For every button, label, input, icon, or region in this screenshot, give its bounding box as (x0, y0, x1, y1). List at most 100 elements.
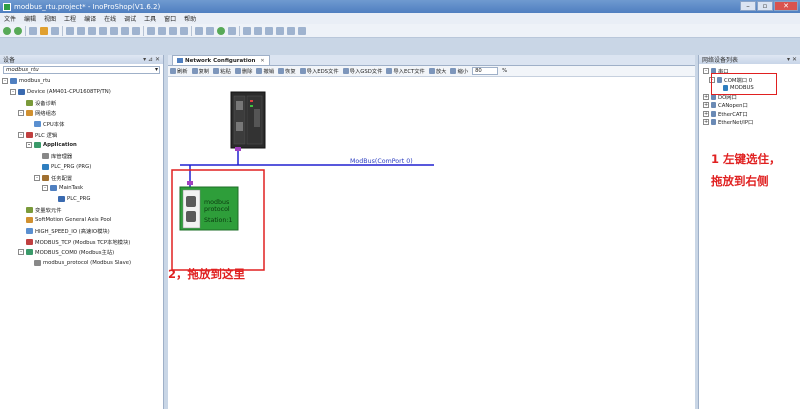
force-icon[interactable] (298, 26, 306, 35)
network-device-item[interactable]: + EtherNet/IP口 (701, 118, 800, 127)
minimize-button[interactable]: – (740, 1, 756, 11)
login-icon[interactable] (195, 26, 203, 35)
collapse-icon[interactable]: - (703, 68, 709, 75)
paste-icon[interactable] (121, 26, 129, 35)
network-toolbar-button[interactable]: 删除 (234, 67, 252, 75)
network-device-label: EtherNet/IP口 (718, 120, 754, 127)
menu-edit[interactable]: 编辑 (24, 14, 36, 23)
tree-item[interactable]: - 任务配置 (2, 172, 163, 183)
tree-item[interactable]: MODBUS_TCP (Modbus TCP本地模块) (2, 236, 163, 247)
collapse-icon[interactable]: - (26, 142, 32, 149)
expand-icon[interactable]: + (703, 119, 709, 126)
collapse-icon[interactable]: - (2, 78, 8, 85)
tab-network-configuration[interactable]: Network Configuration ✕ (172, 55, 270, 65)
network-device-list-panel: 网络设备列表 ▾ ✕ - 串口 - COM端口 0 MODBUS + DO网口 + CANope… (698, 55, 800, 409)
replace-icon[interactable] (158, 26, 166, 35)
find-icon[interactable] (147, 26, 155, 35)
collapse-icon[interactable]: - (18, 131, 24, 138)
network-toolbar-button[interactable]: 恢复 (278, 67, 296, 75)
tree-item[interactable]: - 网络组态 (2, 108, 163, 119)
network-device-item[interactable]: + CANopen口 (701, 101, 800, 110)
tree-item[interactable]: 库管理器 (2, 151, 163, 162)
collapse-icon[interactable]: - (18, 110, 24, 117)
tree-item[interactable]: PLC_PRG (2, 194, 163, 205)
copy-icon[interactable] (110, 26, 118, 35)
expand-icon[interactable]: + (703, 93, 709, 100)
stop-icon[interactable] (228, 26, 236, 35)
menu-project[interactable]: 工程 (64, 14, 76, 23)
menu-online[interactable]: 在线 (104, 14, 116, 23)
tree-item[interactable]: - modbus_rtu (2, 76, 163, 87)
undo-icon[interactable] (77, 26, 85, 35)
network-toolbar-button[interactable]: 刷新 (170, 67, 188, 75)
step-over-icon[interactable] (254, 26, 262, 35)
tree-item-label: PLC 逻辑 (35, 132, 58, 139)
network-device-item[interactable]: + EtherCAT口 (701, 110, 800, 119)
zoom-select[interactable]: 80 (472, 67, 499, 75)
build-icon[interactable] (180, 26, 188, 35)
menu-file[interactable]: 文件 (4, 14, 16, 23)
bookmark-icon[interactable] (169, 26, 177, 35)
network-toolbar-button[interactable]: 导入GSD文件 (342, 67, 382, 75)
tree-item[interactable]: - MainTask (2, 183, 163, 194)
panel-pin-icon[interactable]: ▾ ⊿ ✕ (143, 56, 160, 63)
run-icon[interactable] (217, 26, 225, 35)
tree-item[interactable]: HIGH_SPEED_IO (高速IO模块) (2, 226, 163, 237)
forward-icon[interactable] (14, 26, 22, 35)
menu-tools[interactable]: 工具 (144, 14, 156, 23)
network-toolbar-label: 导入EDS文件 (306, 69, 339, 75)
collapse-icon[interactable]: - (10, 89, 16, 96)
back-icon[interactable] (3, 26, 11, 35)
new-file-icon[interactable] (29, 26, 37, 35)
tree-item[interactable]: modbus_protocol (Modbus Slave) (2, 258, 163, 269)
network-toolbar-button[interactable]: 导入EDS文件 (299, 67, 339, 75)
network-toolbar-button[interactable]: 放大 (428, 67, 446, 75)
tree-item[interactable]: CPU本体 (2, 119, 163, 130)
network-toolbar-button[interactable]: 缩小 (450, 67, 468, 75)
tree-item[interactable]: - Application (2, 140, 163, 151)
project-dropdown[interactable]: modbus_rtu (3, 66, 160, 74)
tree-node-icon (26, 110, 33, 117)
tab-close-icon[interactable]: ✕ (260, 58, 264, 64)
devices-panel: 设备 ▾ ⊿ ✕ modbus_rtu -modbus_rtu-Device (… (0, 55, 164, 409)
open-folder-icon[interactable] (40, 26, 48, 35)
close-button[interactable]: ✕ (774, 1, 798, 11)
print-icon[interactable] (66, 26, 74, 35)
tree-item[interactable]: - Device (AM401-CPU1608TP/TN) (2, 87, 163, 98)
menu-view[interactable]: 视图 (44, 14, 56, 23)
network-canvas[interactable]: ModBus(ComPort 0) modbus protocol Statio… (168, 77, 695, 409)
menu-help[interactable]: 帮助 (184, 14, 196, 23)
step-out-icon[interactable] (265, 26, 273, 35)
tree-item[interactable]: 设备诊断 (2, 97, 163, 108)
tree-item-label: MODBUS_COM0 (Modbus主站) (35, 250, 115, 257)
panel-pin-icon[interactable]: ▾ ✕ (787, 56, 797, 63)
menu-build[interactable]: 编译 (84, 14, 96, 23)
menu-window[interactable]: 窗口 (164, 14, 176, 23)
tree-item[interactable]: - MODBUS_COM0 (Modbus主站) (2, 247, 163, 258)
network-toolbar-button[interactable]: 粘贴 (213, 67, 231, 75)
maximize-button[interactable]: ▫ (757, 1, 773, 11)
menu-debug[interactable]: 调试 (124, 14, 136, 23)
expand-icon[interactable]: + (703, 110, 709, 117)
collapse-icon[interactable]: - (42, 185, 48, 192)
collapse-icon[interactable]: - (18, 249, 24, 256)
network-toolbar-button[interactable]: 撤销 (256, 67, 274, 75)
redo-icon[interactable] (88, 26, 96, 35)
expand-icon[interactable]: + (703, 102, 709, 109)
tree-item[interactable]: - PLC 逻辑 (2, 129, 163, 140)
step-into-icon[interactable] (243, 26, 251, 35)
tree-item[interactable]: 变量软元件 (2, 204, 163, 215)
save-icon[interactable] (51, 26, 59, 35)
collapse-icon[interactable]: - (34, 174, 40, 181)
delete-icon[interactable] (132, 26, 140, 35)
tree-item[interactable]: PLC_PRG (PRG) (2, 162, 163, 173)
network-toolbar-button[interactable]: 复制 (191, 67, 209, 75)
cut-icon[interactable] (99, 26, 107, 35)
plc-device[interactable] (230, 91, 266, 149)
tree-item[interactable]: SoftMotion General Axis Pool (2, 215, 163, 226)
logout-icon[interactable] (206, 26, 214, 35)
network-toolbar-button[interactable]: 导入ECT文件 (386, 67, 425, 75)
modbus-slave-block[interactable]: modbus protocol Station:1 (179, 186, 239, 231)
breakpoint-icon[interactable] (276, 26, 284, 35)
reset-icon[interactable] (287, 26, 295, 35)
